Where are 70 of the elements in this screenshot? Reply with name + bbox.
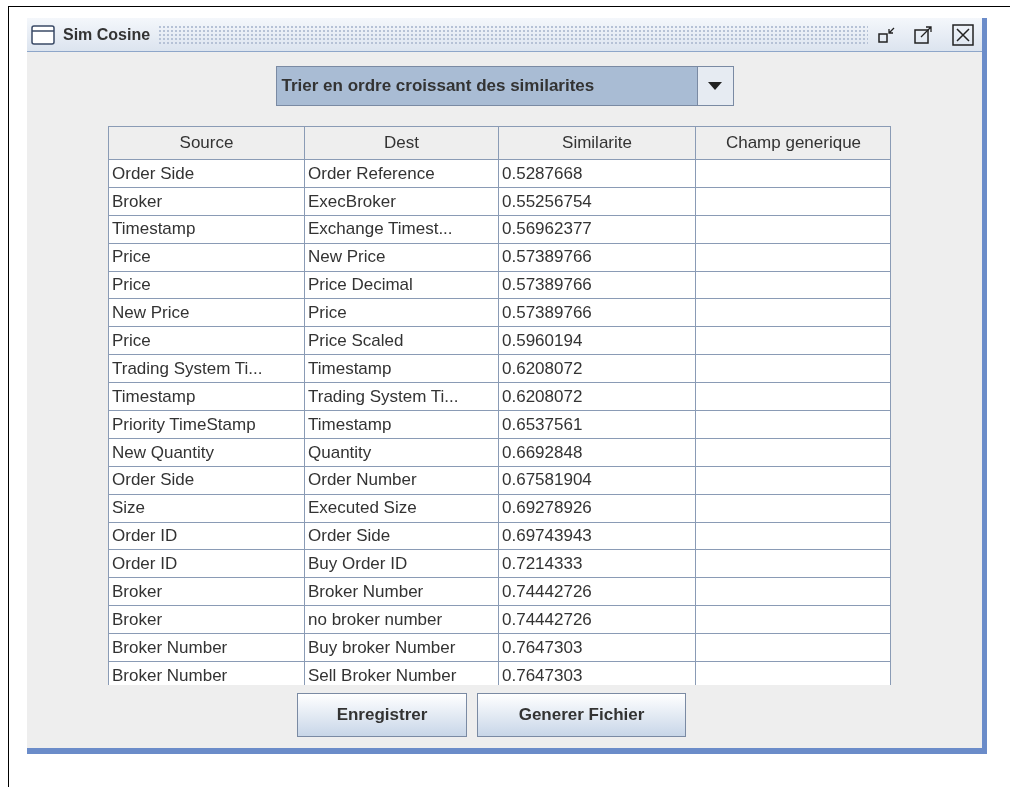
table-cell: Order ID (109, 550, 305, 578)
table-cell: Timestamp (305, 355, 499, 383)
table-cell: Order ID (109, 522, 305, 550)
table-cell: Broker (109, 606, 305, 634)
window-title: Sim Cosine (63, 24, 151, 45)
table-cell: Timestamp (109, 383, 305, 410)
table-cell: Price Decimal (305, 271, 499, 299)
caret-icon (708, 82, 722, 90)
table-cell: 0.57389766 (499, 299, 696, 327)
column-header[interactable]: Similarite (499, 127, 696, 159)
table-cell: Broker (109, 187, 305, 215)
table-cell: Broker Number (109, 634, 305, 662)
table-cell: Buy Order ID (305, 550, 499, 578)
table-cell: no broker number (305, 606, 499, 634)
table-cell: Order Reference (305, 160, 499, 187)
table-cell: 0.7214333 (499, 550, 696, 578)
table-cell: Price Scaled (305, 327, 499, 355)
maximize-icon[interactable] (912, 23, 934, 46)
close-icon[interactable] (952, 23, 974, 46)
table-cell: 0.55256754 (499, 187, 696, 215)
table-cell: Sell Broker Number (305, 662, 499, 685)
table-cell: New Price (305, 243, 499, 271)
table-cell: 0.69278926 (499, 494, 696, 522)
column-header[interactable]: Dest (305, 127, 499, 159)
table-cell: Order Side (305, 522, 499, 550)
table-cell: Trading System Ti... (305, 383, 499, 410)
table-cell: Price (305, 299, 499, 327)
table-cell: 0.6208072 (499, 383, 696, 410)
table-cell: Exchange Timest... (305, 215, 499, 243)
table-cell: Price (109, 243, 305, 271)
table-cell: Timestamp (305, 411, 499, 438)
window-icon (31, 24, 55, 45)
table-cell: 0.5287668 (499, 160, 696, 187)
table-cell: 0.6208072 (499, 355, 696, 383)
table-cell: 0.6692848 (499, 438, 696, 466)
table-cell: Trading System Ti... (109, 355, 305, 383)
table-cell: Order Side (109, 466, 305, 494)
table-cell: 0.69743943 (499, 522, 696, 550)
action-button[interactable]: Generer Fichier (477, 693, 686, 737)
table-cell: Broker Number (305, 578, 499, 606)
table-cell: 0.7647303 (499, 634, 696, 662)
table-cell: Order Side (109, 160, 305, 187)
sort-dropdown[interactable]: Trier en ordre croissant des similarites (275, 66, 734, 106)
table-cell: 0.57389766 (499, 243, 696, 271)
table-cell: Size (109, 494, 305, 522)
table-cell: 0.6537561 (499, 411, 696, 438)
action-button[interactable]: Enregistrer (297, 693, 467, 737)
table-cell: Timestamp (109, 215, 305, 243)
table-cell: New Quantity (109, 438, 305, 466)
table-cell: 0.57389766 (499, 271, 696, 299)
column-header[interactable]: Source (109, 127, 305, 159)
table-cell: Price (109, 327, 305, 355)
table-cell: 0.74442726 (499, 606, 696, 634)
table-cell: Order Number (305, 466, 499, 494)
table-cell: New Price (109, 299, 305, 327)
table-cell: Priority TimeStamp (109, 411, 305, 438)
table-cell: ExecBroker (305, 187, 499, 215)
table-cell: 0.7647303 (499, 662, 696, 685)
table-cell: 0.5960194 (499, 327, 696, 355)
table-cell: Quantity (305, 438, 499, 466)
table-cell: Buy broker Number (305, 634, 499, 662)
table-cell: Executed Size (305, 494, 499, 522)
table-cell: 0.67581904 (499, 466, 696, 494)
column-header[interactable]: Champ generique (696, 127, 890, 159)
table-cell: Price (109, 271, 305, 299)
table-cell: 0.56962377 (499, 215, 696, 243)
table-cell: Broker Number (109, 662, 305, 685)
table-cell: Broker (109, 578, 305, 606)
dropdown-value: Trier en ordre croissant des similarites (280, 75, 596, 98)
table-cell: 0.74442726 (499, 578, 696, 606)
